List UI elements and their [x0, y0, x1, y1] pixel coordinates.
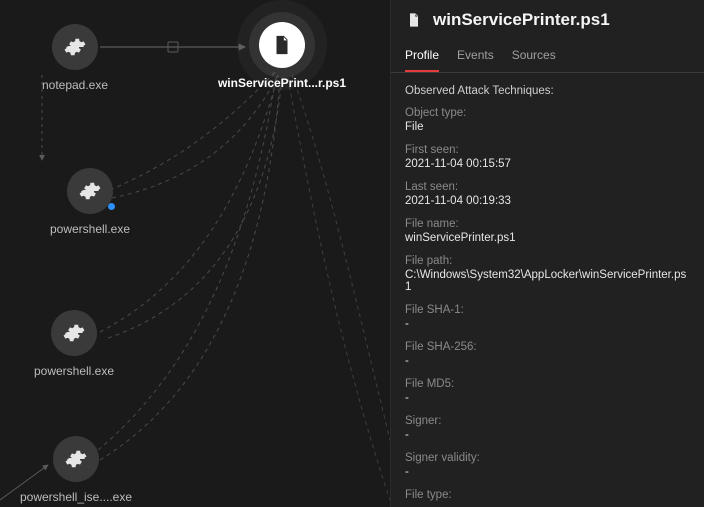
graph-node-file-selected[interactable]: winServicePrint...r.ps1: [222, 22, 342, 90]
field-label: File path:: [405, 255, 690, 267]
field-label: File SHA-256:: [405, 341, 690, 353]
field-value: -: [405, 355, 690, 367]
gear-icon: [53, 436, 99, 482]
field-value: -: [405, 392, 690, 404]
field-label: Signer:: [405, 415, 690, 427]
panel-tabs: Profile Events Sources: [391, 38, 704, 73]
node-label: powershell.exe: [50, 222, 130, 236]
field-value: File: [405, 121, 690, 133]
tab-events[interactable]: Events: [457, 42, 494, 72]
panel-header: winServicePrinter.ps1: [391, 0, 704, 38]
graph-node-powershell-2[interactable]: powershell.exe: [14, 310, 134, 378]
field-last-seen: Last seen: 2021-11-04 00:19:33: [405, 181, 690, 207]
file-icon: [259, 22, 305, 68]
field-value: winServicePrinter.ps1: [405, 232, 690, 244]
field-file-name: File name: winServicePrinter.ps1: [405, 218, 690, 244]
field-value: -: [405, 318, 690, 330]
node-label: powershell.exe: [34, 364, 114, 378]
field-label: Object type:: [405, 107, 690, 119]
field-signer: Signer: -: [405, 415, 690, 441]
field-value: -: [405, 466, 690, 478]
field-label: Last seen:: [405, 181, 690, 193]
gear-icon: [67, 168, 113, 214]
panel-title: winServicePrinter.ps1: [433, 10, 610, 30]
field-file-sha1: File SHA-1: -: [405, 304, 690, 330]
field-value: -: [405, 429, 690, 441]
field-signer-validity: Signer validity: -: [405, 452, 690, 478]
field-object-type: Object type: File: [405, 107, 690, 133]
details-panel: winServicePrinter.ps1 Profile Events Sou…: [390, 0, 704, 507]
field-value: 2021-11-04 00:15:57: [405, 158, 690, 170]
tab-profile[interactable]: Profile: [405, 42, 439, 72]
graph-node-notepad[interactable]: notepad.exe: [15, 24, 135, 92]
gear-icon: [52, 24, 98, 70]
file-icon: [405, 11, 423, 29]
node-label: notepad.exe: [42, 78, 108, 92]
graph-node-powershell-1[interactable]: powershell.exe: [30, 168, 150, 236]
field-file-path: File path: C:\Windows\System32\AppLocker…: [405, 255, 690, 293]
process-graph[interactable]: notepad.exe winServicePrint...r.ps1 powe…: [0, 0, 390, 507]
node-label: powershell_ise....exe: [20, 490, 132, 504]
field-label: File SHA-1:: [405, 304, 690, 316]
node-label: winServicePrint...r.ps1: [218, 76, 346, 90]
field-first-seen: First seen: 2021-11-04 00:15:57: [405, 144, 690, 170]
field-label: File MD5:: [405, 378, 690, 390]
gear-icon: [51, 310, 97, 356]
field-file-sha256: File SHA-256: -: [405, 341, 690, 367]
graph-node-powershell-ise[interactable]: powershell_ise....exe: [16, 436, 136, 504]
field-label: First seen:: [405, 144, 690, 156]
status-dot-icon: [108, 203, 115, 210]
field-value: 2021-11-04 00:19:33: [405, 195, 690, 207]
field-value: C:\Windows\System32\AppLocker\winService…: [405, 269, 690, 293]
field-label: File type:: [405, 489, 690, 501]
observed-techniques-heading: Observed Attack Techniques:: [405, 85, 690, 97]
field-file-md5: File MD5: -: [405, 378, 690, 404]
field-label: Signer validity:: [405, 452, 690, 464]
field-label: File name:: [405, 218, 690, 230]
field-file-type: File type:: [405, 489, 690, 501]
panel-body[interactable]: Observed Attack Techniques: Object type:…: [391, 73, 704, 507]
tab-sources[interactable]: Sources: [512, 42, 556, 72]
